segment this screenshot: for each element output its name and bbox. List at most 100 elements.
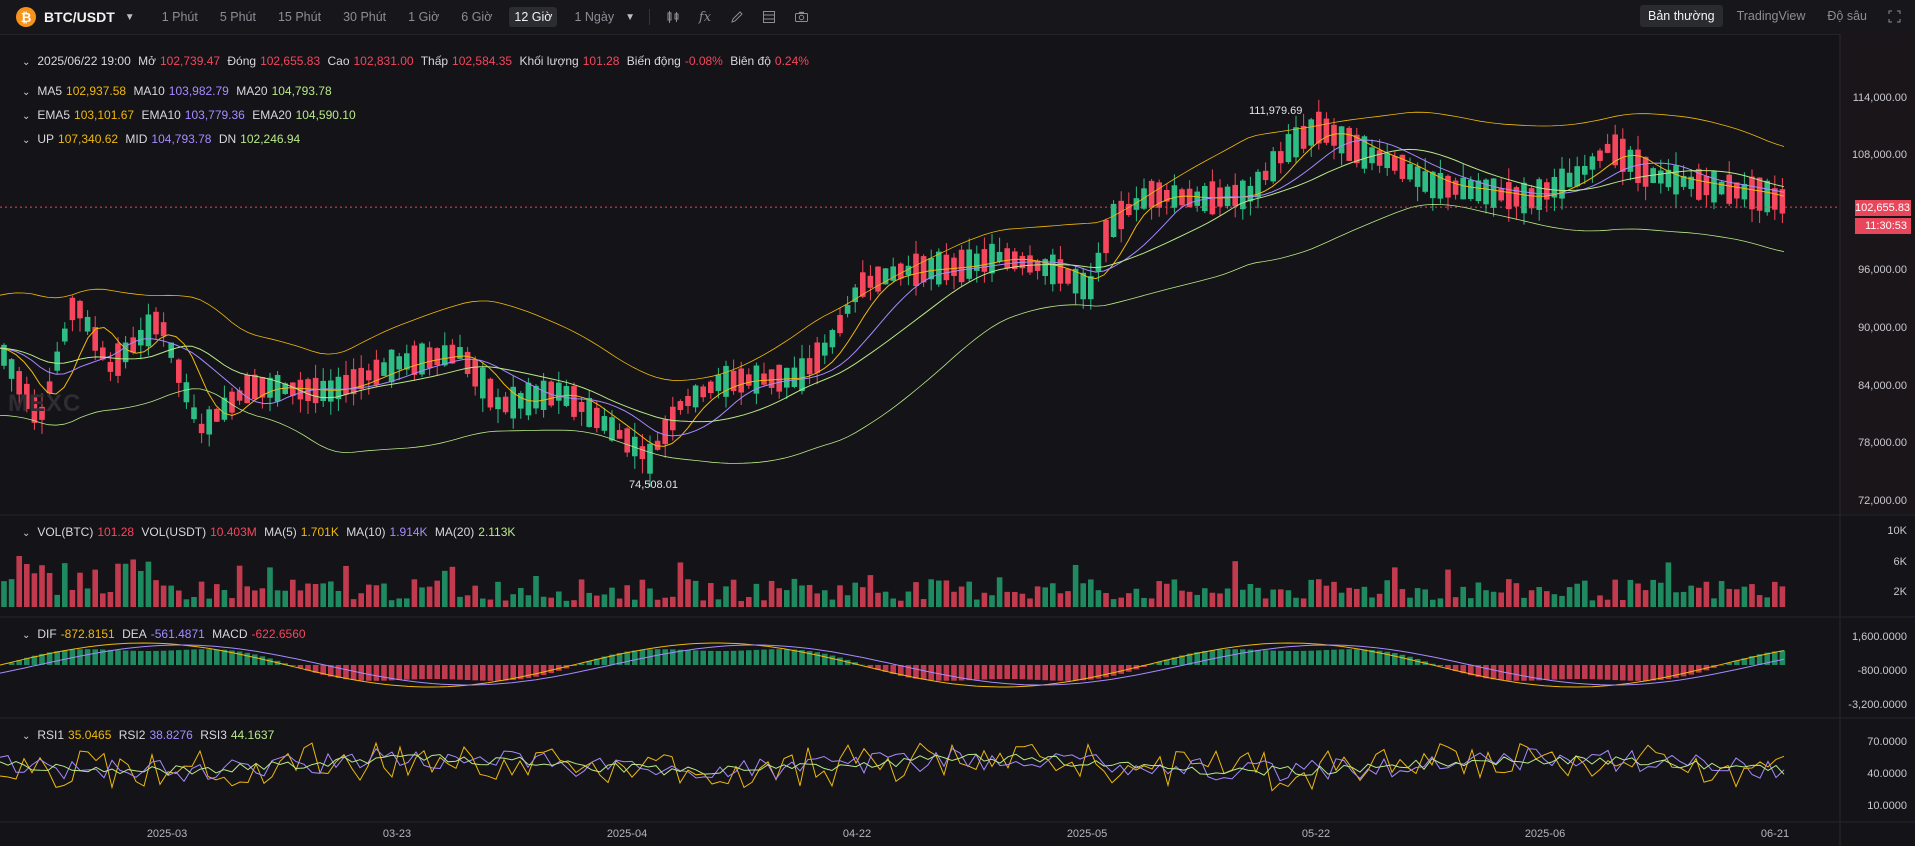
macd-bar [981, 665, 988, 680]
macd-bar [130, 650, 136, 665]
volume-bar [1042, 587, 1048, 607]
volume-bar [1414, 588, 1421, 607]
collapse-chevron-icon[interactable]: ⌄ [22, 135, 30, 146]
collapse-chevron-icon[interactable]: ⌄ [22, 57, 30, 68]
volume-bar [373, 585, 380, 607]
volume-bar [601, 594, 608, 607]
volume-bar [1513, 583, 1520, 607]
volume-bar [62, 563, 68, 607]
macd-bar [738, 650, 744, 665]
candle-body [69, 297, 76, 321]
macd-bar [411, 665, 418, 680]
macd-bar [206, 649, 212, 665]
volume-bar [708, 583, 714, 607]
vol-ma5-value: 1.701K [300, 525, 339, 539]
macd-bar [784, 649, 790, 665]
macd-bar [244, 652, 250, 665]
volume-axis-label: 2K [1893, 586, 1907, 598]
macd-bar [1650, 665, 1656, 681]
volume-bar [1270, 589, 1276, 607]
macd-bar [1262, 650, 1269, 665]
candle-body [1338, 126, 1345, 154]
low-marker: 74,508.01 [629, 479, 678, 491]
volume-bar [1346, 587, 1352, 607]
volume-bar [1072, 564, 1079, 607]
ma10-value: 103,982.79 [168, 84, 229, 98]
volume-bar [130, 559, 136, 607]
macd-bar [198, 649, 205, 665]
collapse-chevron-icon[interactable]: ⌄ [22, 87, 30, 98]
macd-bar [913, 665, 919, 679]
macd-bar [1331, 649, 1337, 665]
volume-bar [1004, 591, 1010, 607]
macd-bar [221, 649, 228, 665]
open-label: Mở [138, 54, 156, 68]
macd-bar [122, 650, 129, 665]
volume-legend: ⌄ VOL(BTC) 101.28 VOL(USDT) 10.403M MA(5) 1… [22, 525, 519, 539]
candle-body [761, 373, 767, 385]
collapse-chevron-icon[interactable]: ⌄ [22, 630, 30, 641]
collapse-chevron-icon[interactable]: ⌄ [22, 528, 30, 539]
candlestick-chart[interactable] [0, 0, 1915, 846]
volume-bar [449, 566, 456, 607]
volume-bar [434, 580, 440, 607]
candle-body [556, 382, 562, 401]
collapse-chevron-icon[interactable]: ⌄ [22, 111, 30, 122]
macd-bar [1559, 665, 1565, 680]
volume-bar [1034, 586, 1041, 607]
volume-bar [533, 575, 539, 607]
macd-bar [396, 665, 402, 681]
volume-bar [54, 594, 60, 607]
volume-bar [1247, 584, 1254, 607]
volume-bar [632, 599, 638, 607]
volume-bar [1369, 597, 1375, 607]
volume-bar [609, 587, 615, 607]
candle-body [1521, 182, 1527, 214]
volume-bar [692, 580, 699, 607]
candle-body [290, 382, 296, 396]
macd-bar [343, 665, 349, 680]
candle-body [616, 430, 623, 439]
volume-bar [746, 597, 752, 607]
candle-body [1574, 166, 1580, 187]
candle-body [1430, 171, 1436, 199]
volume-bar [799, 585, 805, 607]
volume-bar [578, 579, 585, 607]
candle-body [8, 359, 15, 379]
ma20-value: 104,793.78 [271, 84, 332, 98]
macd-bar [1300, 650, 1307, 665]
macd-bar [464, 665, 471, 681]
high-marker: 111,979.69 [1249, 105, 1303, 117]
candle-body [1088, 276, 1094, 300]
volume-bar [1240, 589, 1246, 607]
volume-bar [312, 584, 319, 607]
candle-body [936, 251, 942, 285]
volume-bar [730, 579, 737, 607]
price-axis-label: 108,000.00 [1851, 149, 1907, 161]
low-value: 102,584.35 [452, 54, 513, 68]
volume-value: 101.28 [582, 54, 620, 68]
volume-bar [1635, 583, 1641, 607]
macd-bar [1065, 665, 1071, 681]
vol-ma10-value: 1.914K [389, 525, 428, 539]
candle-body [350, 369, 357, 395]
macd-bar [145, 650, 152, 665]
volume-bar [206, 598, 212, 607]
macd-bar [1027, 665, 1033, 680]
candle-body [1110, 203, 1117, 237]
candle-body [822, 342, 828, 356]
volume-bar [183, 599, 190, 607]
volume-bar [913, 582, 919, 607]
macd-bar [1551, 665, 1558, 680]
macd-bar [540, 665, 547, 676]
collapse-chevron-icon[interactable]: ⌄ [22, 731, 30, 742]
candle-body [1422, 171, 1428, 192]
macd-bar [1779, 650, 1786, 665]
macd-bar [1202, 650, 1208, 665]
macd-bar [548, 665, 554, 674]
volume-bar [1156, 581, 1162, 607]
volume-bar [1209, 592, 1216, 607]
macd-bar [1696, 665, 1702, 673]
volume-bar [996, 577, 1003, 607]
candle-body [708, 381, 714, 394]
